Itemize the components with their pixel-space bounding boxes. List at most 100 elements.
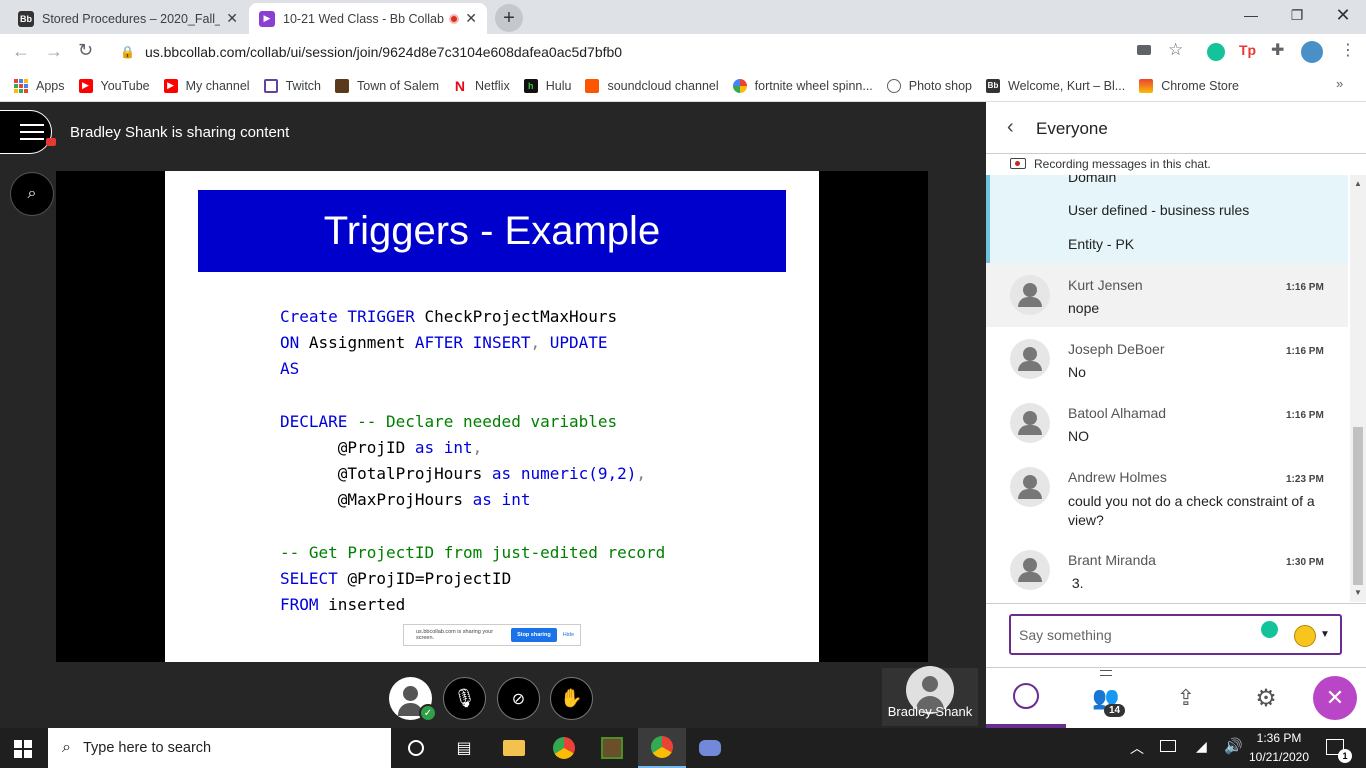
sharing-status-text: Bradley Shank is sharing content xyxy=(70,124,290,141)
new-tab-button[interactable]: + xyxy=(495,4,523,32)
participants-tab[interactable]: 👥 14 xyxy=(1066,668,1146,728)
scroll-down-icon[interactable]: ▼ xyxy=(1354,588,1362,597)
bookmark-twitch[interactable]: Twitch xyxy=(263,78,321,93)
chat-scrollbar[interactable]: ▲ ▼ xyxy=(1350,175,1366,602)
camera-off-icon[interactable]: ⊘ xyxy=(497,677,540,720)
volume-icon[interactable]: 🔊 xyxy=(1224,737,1243,755)
task-view-icon[interactable]: ▤ xyxy=(440,728,488,768)
chat-header: Everyone xyxy=(1036,119,1108,138)
restore-window-icon[interactable]: ❐ xyxy=(1274,0,1320,30)
bookmark-label: Town of Salem xyxy=(357,78,439,93)
show-hidden-icons[interactable]: ︿ xyxy=(1130,738,1144,758)
bb-icon: Bb xyxy=(986,78,1001,93)
hamburger-icon xyxy=(20,124,44,126)
bookmark-star-icon[interactable]: ☆ xyxy=(1168,40,1183,60)
back-chevron-icon[interactable]: ‹ xyxy=(1007,116,1014,139)
session-menu-button[interactable] xyxy=(0,110,52,154)
reload-icon[interactable]: ↻ xyxy=(78,40,93,61)
network-icon[interactable] xyxy=(1160,740,1176,752)
message-time: 1:16 PM xyxy=(1286,282,1324,293)
chat-tab[interactable] xyxy=(986,668,1066,728)
chrome-active-icon[interactable] xyxy=(638,728,686,768)
bookmark-photo-shop[interactable]: Photo shop xyxy=(886,78,972,93)
scroll-up-icon[interactable]: ▲ xyxy=(1354,179,1362,188)
hide-share-bar-button[interactable]: Hide xyxy=(563,632,574,638)
bookmark-youtube[interactable]: ▶ YouTube xyxy=(78,78,150,93)
grammarly-icon[interactable] xyxy=(1261,621,1278,638)
bookmark-netflix[interactable]: N Netflix xyxy=(452,77,510,94)
zoom-content-icon[interactable]: ⌕ xyxy=(10,172,54,216)
taskbar-time[interactable]: 1:36 PM xyxy=(1244,731,1314,745)
close-tab-icon[interactable]: ✕ xyxy=(226,10,238,27)
minimize-window-icon[interactable]: — xyxy=(1228,0,1274,30)
bookmark-town-of-salem[interactable]: Town of Salem xyxy=(335,78,439,93)
address-bar[interactable]: 🔒 us.bbcollab.com/collab/ui/session/join… xyxy=(110,38,1190,66)
bookmark-soundcloud[interactable]: soundcloud channel xyxy=(585,78,719,93)
settings-tab[interactable]: ⚙ xyxy=(1226,668,1306,728)
back-icon[interactable]: ← xyxy=(12,41,30,62)
grammarly-extension-icon[interactable] xyxy=(1207,43,1225,61)
bookmark-hulu[interactable]: h Hulu xyxy=(523,78,571,93)
emoji-picker-icon[interactable] xyxy=(1294,625,1316,647)
code-text: @MaxProjHours xyxy=(280,490,473,510)
message-time: 1:16 PM xyxy=(1286,410,1324,421)
cortana-icon[interactable] xyxy=(392,728,440,768)
chat-message-line: Domain xyxy=(1068,175,1117,185)
profile-avatar[interactable] xyxy=(1301,41,1323,63)
presenter-video-tile: Bradley Shank xyxy=(882,666,978,726)
bookmark-fortnite-wheel[interactable]: fortnite wheel spinn... xyxy=(732,78,873,93)
share-icon: ⇪ xyxy=(1176,685,1196,710)
chat-input-box[interactable]: Say something ▼ xyxy=(1009,614,1342,655)
globe-icon xyxy=(886,78,901,93)
chat-message: Brant Miranda 1:30 PM 3. xyxy=(986,538,1348,602)
file-explorer-icon[interactable] xyxy=(490,728,538,768)
stop-sharing-button[interactable]: Stop sharing xyxy=(511,628,557,642)
windows-start-icon[interactable] xyxy=(14,740,32,758)
bookmark-label: YouTube xyxy=(100,78,150,93)
raise-hand-icon[interactable]: ✋ xyxy=(550,677,593,720)
code-text: Assignment xyxy=(308,333,415,353)
chat-message-line: User defined - business rules xyxy=(1068,202,1250,218)
chrome-menu-icon[interactable]: ⋮ xyxy=(1340,40,1356,60)
code-comment: -- Declare needed variables xyxy=(357,411,618,431)
bookmarks-overflow-icon[interactable]: » xyxy=(1336,76,1343,91)
browser-tab-2[interactable]: ▶ 10-21 Wed Class - Bb Collab ✕ xyxy=(249,3,487,34)
discord-icon[interactable] xyxy=(686,728,734,768)
hulu-icon: h xyxy=(523,78,538,93)
taskbar-date[interactable]: 10/21/2020 xyxy=(1244,750,1314,764)
bookmark-welcome-kurt[interactable]: Bb Welcome, Kurt – Bl... xyxy=(986,78,1125,93)
bookmarks-bar: Apps ▶ YouTube ▶ My channel Twitch Town … xyxy=(0,70,1366,102)
close-window-icon[interactable]: ✕ xyxy=(1320,0,1366,30)
browser-tab-1[interactable]: Bb Stored Procedures – 2020_Fall_C ✕ xyxy=(8,3,248,34)
bookmark-chrome-store[interactable]: Chrome Store xyxy=(1139,78,1239,93)
minecraft-icon[interactable] xyxy=(588,728,636,768)
code-keyword: as int xyxy=(414,438,473,457)
tab-title: Stored Procedures – 2020_Fall_C xyxy=(42,11,221,26)
chrome-icon[interactable] xyxy=(540,728,588,768)
chat-message: Kurt Jensen 1:16 PM nope xyxy=(986,263,1348,327)
emoji-dropdown-icon[interactable]: ▼ xyxy=(1320,629,1330,640)
tp-extension-icon[interactable]: Tp xyxy=(1239,42,1256,58)
code-line: AS xyxy=(280,359,299,378)
bookmark-label: Apps xyxy=(36,78,65,93)
sender-name: Batool Alhamad xyxy=(1068,405,1167,421)
code-text: , xyxy=(472,438,483,457)
extensions-puzzle-icon[interactable]: ✚ xyxy=(1271,40,1284,60)
input-divider xyxy=(986,603,1366,604)
slide-title: Triggers - Example xyxy=(323,208,661,253)
share-content-tab[interactable]: ⇪ xyxy=(1146,668,1226,728)
microphone-muted-icon[interactable]: 🎙 xyxy=(443,677,486,720)
bookmark-apps[interactable]: Apps xyxy=(14,78,65,93)
netflix-icon: N xyxy=(452,77,467,94)
close-tab-icon[interactable]: ✕ xyxy=(465,10,477,27)
scrollbar-thumb[interactable] xyxy=(1353,427,1363,585)
wifi-icon[interactable]: ◢ xyxy=(1196,738,1207,755)
taskbar-search-box[interactable]: ⌕ Type here to search xyxy=(48,728,391,768)
code-keyword: as numeric(9,2) xyxy=(491,464,637,484)
bookmark-my-channel[interactable]: ▶ My channel xyxy=(163,78,250,93)
forward-icon[interactable]: → xyxy=(45,41,63,62)
chat-input-placeholder: Say something xyxy=(1019,627,1112,643)
notification-count-badge: 1 xyxy=(1338,749,1352,763)
camera-blocked-icon[interactable] xyxy=(1137,45,1151,55)
close-panel-button[interactable]: ✕ xyxy=(1313,676,1357,720)
